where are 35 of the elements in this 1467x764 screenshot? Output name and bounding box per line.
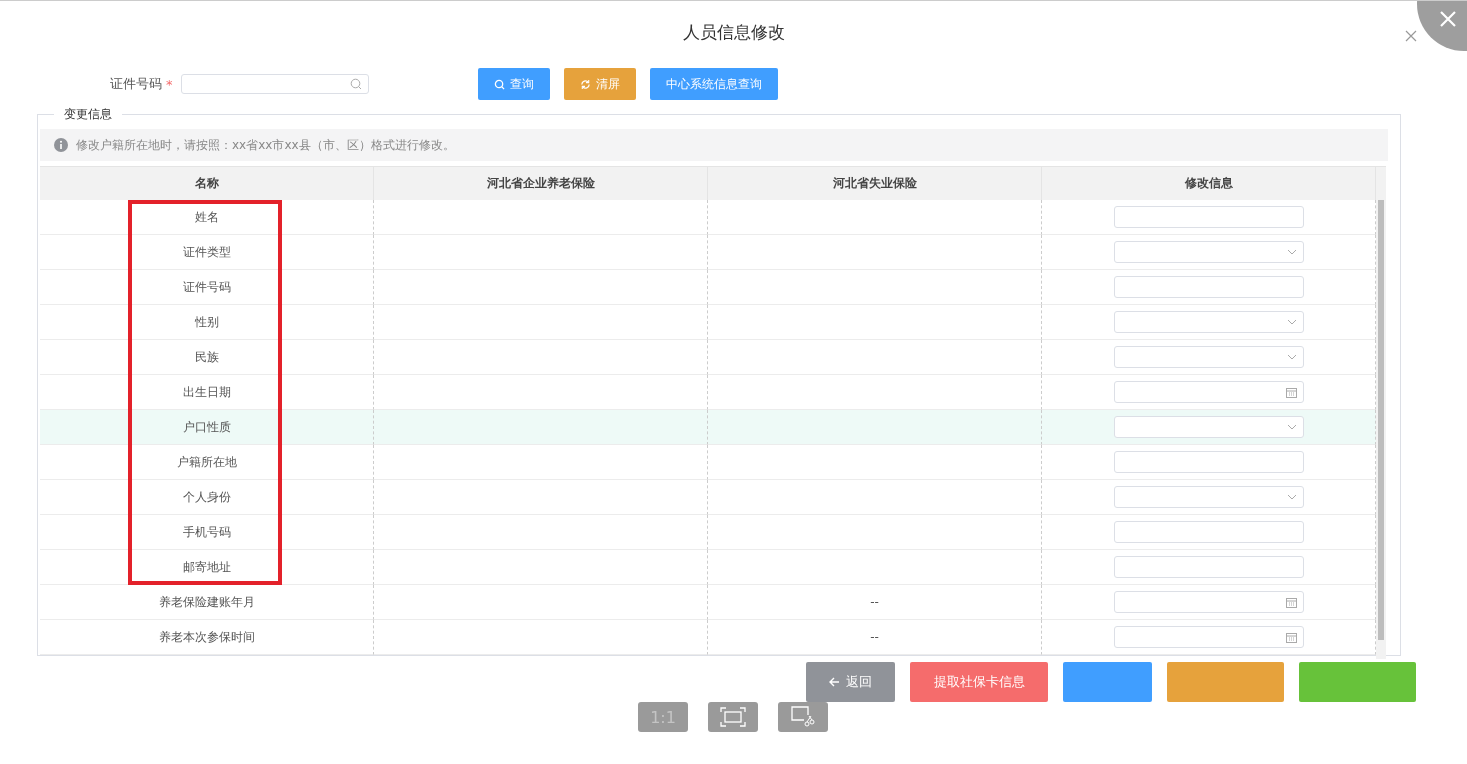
- table-row[interactable]: 手机号码: [40, 515, 1376, 550]
- table-row[interactable]: 养老保险建账年月 --: [40, 585, 1376, 620]
- table-row[interactable]: 户籍所在地: [40, 445, 1376, 480]
- column-header: 名称: [40, 166, 374, 200]
- dialog-title: 人员信息修改: [682, 21, 785, 44]
- table-cell: 姓名: [40, 200, 374, 235]
- table-row[interactable]: 证件类型: [40, 235, 1376, 270]
- table-cell: 邮寄地址: [40, 550, 374, 585]
- table-cell: --: [708, 585, 1042, 620]
- table-row[interactable]: 性别: [40, 305, 1376, 340]
- table-row[interactable]: 养老本次参保时间 --: [40, 620, 1376, 655]
- table-row[interactable]: 个人身份: [40, 480, 1376, 515]
- column-header: 河北省企业养老保险: [374, 166, 708, 200]
- table-cell: 户籍所在地: [40, 445, 374, 480]
- table-cell: 民族: [40, 340, 374, 375]
- section-title: 变更信息: [63, 106, 113, 123]
- table-row[interactable]: 民族: [40, 340, 1376, 375]
- table-cell: 手机号码: [40, 515, 374, 550]
- field-label: 证件号码: [110, 75, 162, 93]
- required-mark: *: [166, 76, 173, 92]
- table-cell: 养老本次参保时间: [40, 620, 374, 655]
- table-cell: 养老保险建账年月: [40, 585, 374, 620]
- table-row[interactable]: 户口性质: [40, 410, 1376, 445]
- table-cell: 性别: [40, 305, 374, 340]
- table-cell: 证件号码: [40, 270, 374, 305]
- notice-text: 修改户籍所在地时，请按照：xx省xx市xx县（市、区）格式进行修改。: [76, 136, 455, 154]
- table-cell: 个人身份: [40, 480, 374, 515]
- table-cell: --: [708, 620, 1042, 655]
- table-row[interactable]: 证件号码: [40, 270, 1376, 305]
- table-cell: 证件类型: [40, 235, 374, 270]
- table-row[interactable]: 邮寄地址: [40, 550, 1376, 585]
- table-row[interactable]: 姓名: [40, 200, 1376, 235]
- column-header: 修改信息: [1042, 166, 1376, 200]
- column-header: 河北省失业保险: [708, 166, 1042, 200]
- table-cell: 户口性质: [40, 410, 374, 445]
